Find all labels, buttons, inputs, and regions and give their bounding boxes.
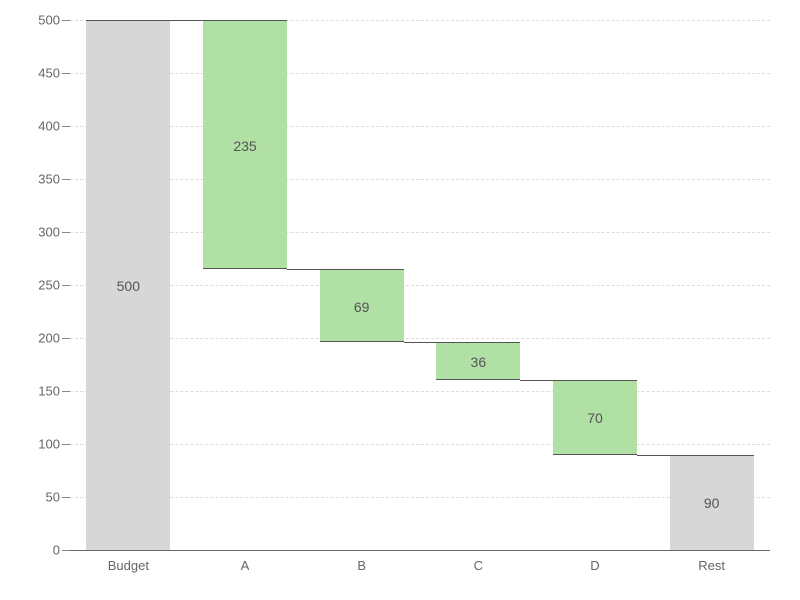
connector (404, 342, 437, 343)
x-tick-label: Budget (108, 558, 149, 573)
y-tick-mark (62, 550, 70, 551)
x-tick-label: D (590, 558, 599, 573)
x-tick-label: A (241, 558, 250, 573)
gridline (70, 232, 770, 233)
gridline (70, 550, 770, 551)
connector (287, 269, 320, 270)
y-tick-mark (62, 232, 70, 233)
bar-c: 36 (436, 342, 520, 380)
gridline (70, 497, 770, 498)
connector (170, 20, 203, 21)
y-tick-mark (62, 391, 70, 392)
y-tick-label: 100 (10, 437, 60, 452)
y-tick-mark (62, 444, 70, 445)
x-tick-label: B (357, 558, 366, 573)
gridline (70, 444, 770, 445)
x-tick-label: C (474, 558, 483, 573)
y-tick-mark (62, 497, 70, 498)
bar-label: 500 (86, 278, 170, 294)
y-tick-label: 300 (10, 225, 60, 240)
connector (520, 380, 553, 381)
bar-a: 235 (203, 20, 287, 269)
y-tick-mark (62, 285, 70, 286)
gridline (70, 73, 770, 74)
gridline (70, 391, 770, 392)
x-tick-label: Rest (698, 558, 725, 573)
bar-rest: 90 (670, 455, 754, 550)
connector (637, 455, 670, 456)
y-tick-mark (62, 338, 70, 339)
gridline (70, 126, 770, 127)
y-tick-label: 200 (10, 331, 60, 346)
bar-d: 70 (553, 380, 637, 454)
bar-b: 69 (320, 269, 404, 342)
gridline (70, 285, 770, 286)
gridline (70, 179, 770, 180)
y-tick-label: 50 (10, 490, 60, 505)
bar-label: 69 (320, 299, 404, 315)
y-tick-label: 450 (10, 66, 60, 81)
y-tick-mark (62, 179, 70, 180)
bar-label: 36 (436, 354, 520, 370)
y-tick-label: 500 (10, 13, 60, 28)
bar-budget: 500 (86, 20, 170, 550)
plot-area: 500 235 69 36 70 90 (70, 20, 770, 551)
bar-label: 70 (553, 410, 637, 426)
y-tick-label: 150 (10, 384, 60, 399)
y-tick-label: 400 (10, 119, 60, 134)
y-tick-mark (62, 126, 70, 127)
waterfall-chart: 500 235 69 36 70 90 0 50 100 150 200 250 300 350 400 4… (0, 0, 800, 600)
y-tick-label: 350 (10, 172, 60, 187)
y-tick-label: 250 (10, 278, 60, 293)
y-tick-mark (62, 20, 70, 21)
y-tick-label: 0 (10, 543, 60, 558)
y-tick-mark (62, 73, 70, 74)
bar-label: 235 (203, 138, 287, 154)
gridline (70, 338, 770, 339)
bar-label: 90 (670, 495, 754, 511)
